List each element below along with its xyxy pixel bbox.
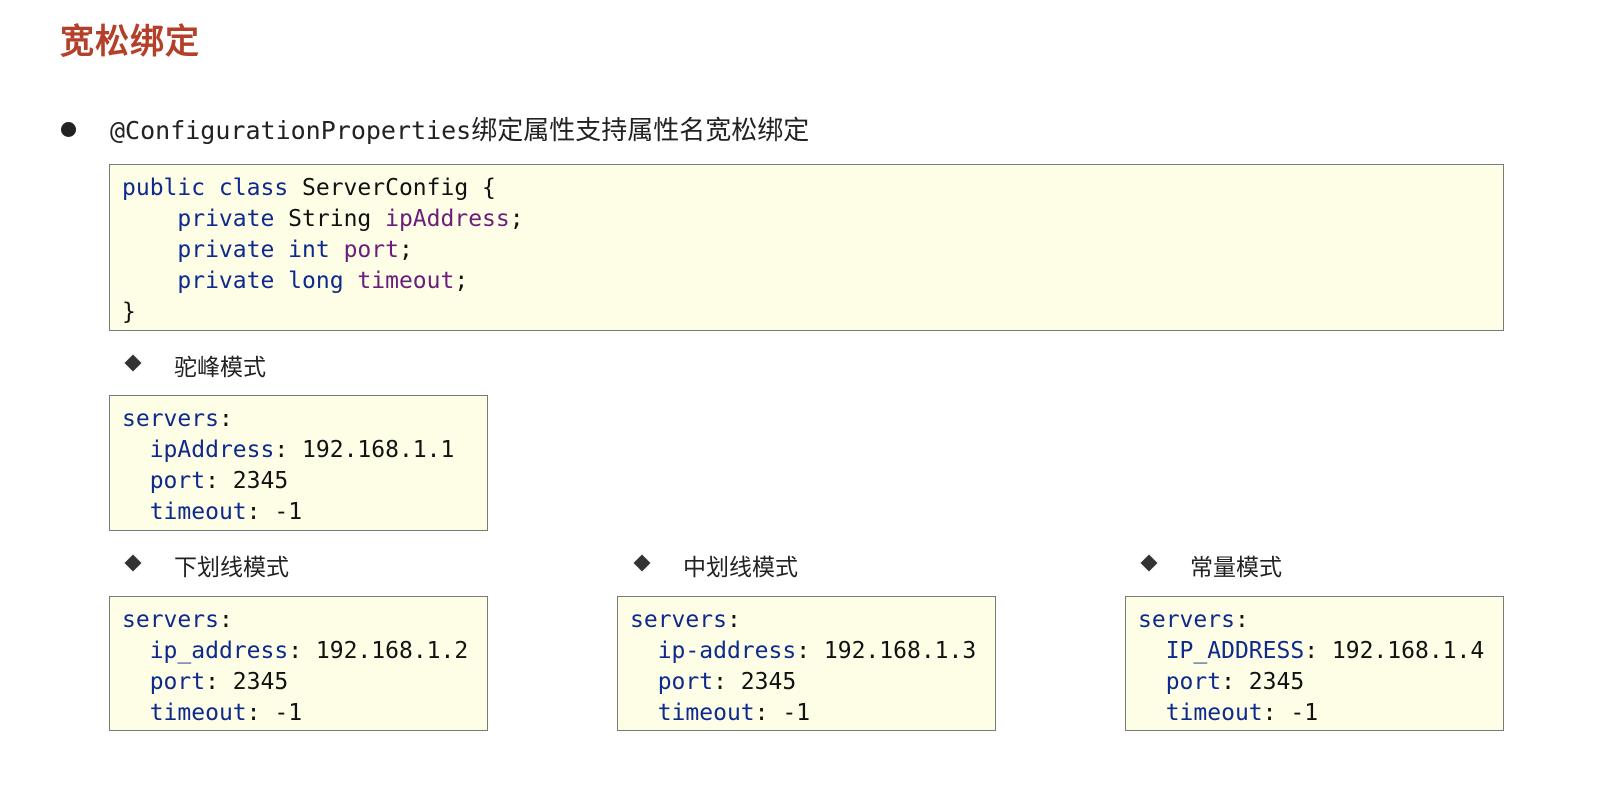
- section-label-constant: 常量模式: [1190, 555, 1282, 581]
- code-close-brace: }: [122, 299, 136, 325]
- diamond-bullet-icon: [633, 554, 651, 572]
- yaml-value: -1: [274, 700, 303, 726]
- code-field: ipAddress: [385, 206, 510, 232]
- section-label-kebab: 中划线模式: [683, 555, 798, 581]
- yaml-value: 192.168.1.4: [1331, 638, 1485, 664]
- code-type: int: [274, 237, 344, 263]
- code-type: String: [274, 206, 386, 232]
- yaml-key: servers: [122, 607, 219, 633]
- yaml-value: -1: [1290, 700, 1319, 726]
- yaml-key: ip-address: [657, 638, 797, 664]
- yaml-value: 2345: [1248, 669, 1305, 695]
- yaml-value: 2345: [740, 669, 797, 695]
- yaml-key: IP_ADDRESS: [1165, 638, 1305, 664]
- yaml-key: timeout: [149, 700, 247, 726]
- yaml-value: -1: [274, 499, 303, 525]
- yaml-key: timeout: [149, 499, 247, 525]
- code-punct: ;: [398, 237, 413, 263]
- yaml-key: port: [657, 669, 714, 695]
- code-field: timeout: [357, 268, 455, 294]
- yaml-key: ip_address: [149, 638, 289, 664]
- yaml-key: ipAddress: [149, 437, 275, 463]
- code-class-decl: ServerConfig {: [288, 175, 496, 201]
- diamond-bullet-icon: [124, 354, 142, 372]
- yaml-key: timeout: [657, 700, 755, 726]
- bullet-description: 绑定属性支持属性名宽松绑定: [471, 116, 810, 146]
- yaml-key: port: [149, 669, 206, 695]
- bullet-dot-icon: [61, 122, 76, 137]
- diamond-bullet-icon: [1140, 554, 1158, 572]
- yaml-block-kebab: servers: ip-address: 192.168.1.3 port: 2…: [617, 596, 996, 731]
- section-label-underscore: 下划线模式: [174, 555, 289, 581]
- code-field: port: [343, 237, 399, 263]
- yaml-key: port: [149, 468, 206, 494]
- yaml-key: timeout: [1165, 700, 1263, 726]
- yaml-block-camel: servers: ipAddress: 192.168.1.1 port: 23…: [109, 395, 488, 531]
- section-label-camel: 驼峰模式: [174, 355, 266, 381]
- bullet-text: @ConfigurationProperties绑定属性支持属性名宽松绑定: [110, 110, 809, 147]
- yaml-value: 192.168.1.1: [302, 437, 455, 463]
- yaml-value: -1: [782, 700, 811, 726]
- code-type: long: [274, 268, 358, 294]
- code-punct: ;: [509, 206, 524, 232]
- yaml-value: 2345: [232, 669, 289, 695]
- yaml-key: port: [1165, 669, 1222, 695]
- bullet-code-annotation: @ConfigurationProperties: [110, 116, 472, 145]
- yaml-value: 192.168.1.2: [315, 638, 469, 664]
- code-keyword: public class: [122, 175, 289, 201]
- code-keyword: private: [177, 206, 275, 232]
- diamond-bullet-icon: [124, 554, 142, 572]
- yaml-block-constant: servers: IP_ADDRESS: 192.168.1.4 port: 2…: [1125, 596, 1504, 731]
- code-keyword: private: [177, 237, 275, 263]
- yaml-block-underscore: servers: ip_address: 192.168.1.2 port: 2…: [109, 596, 488, 731]
- yaml-key: servers: [122, 406, 219, 432]
- code-punct: ;: [454, 268, 469, 294]
- java-code-block: public class ServerConfig { private Stri…: [109, 164, 1504, 331]
- yaml-key: servers: [630, 607, 727, 633]
- yaml-value: 2345: [232, 468, 289, 494]
- yaml-value: 192.168.1.3: [823, 638, 977, 664]
- code-keyword: private: [177, 268, 275, 294]
- page-title: 宽松绑定: [60, 22, 200, 62]
- yaml-key: servers: [1138, 607, 1235, 633]
